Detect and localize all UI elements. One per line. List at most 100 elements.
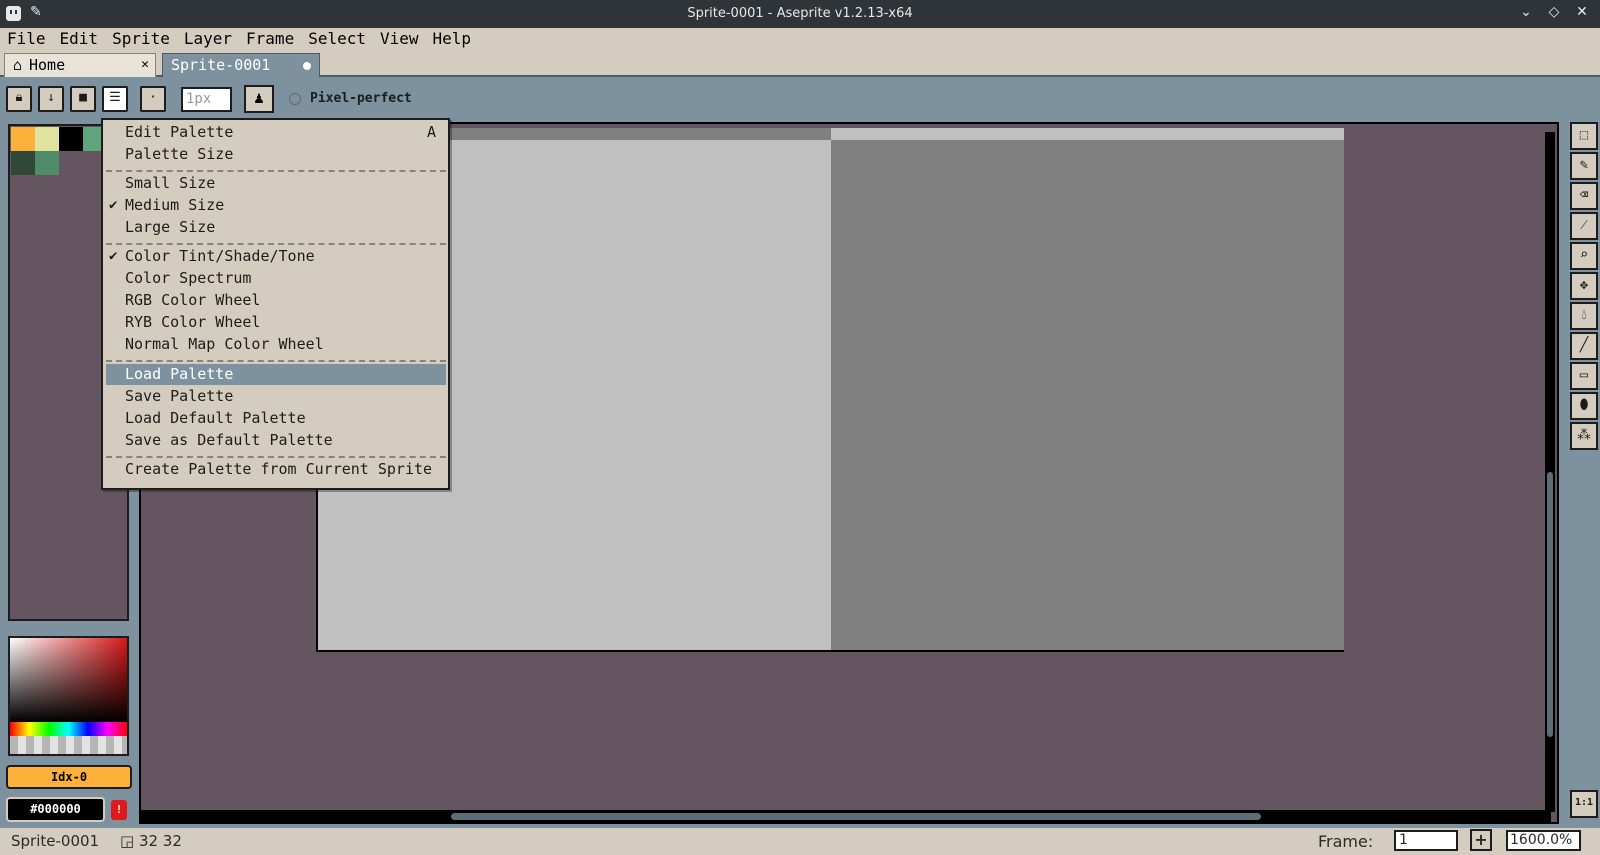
menu-item-load-palette[interactable]: Load Palette [106, 364, 446, 385]
menu-item-normal-map-wheel[interactable]: Normal Map Color Wheel [106, 334, 446, 355]
menu-file[interactable]: File [0, 28, 53, 50]
menu-layer[interactable]: Layer [177, 28, 239, 50]
menu-item-save-default-palette[interactable]: Save as Default Palette [106, 430, 446, 451]
menu-item-palette-size[interactable]: Palette Size [106, 144, 446, 165]
menu-item-color-spectrum[interactable]: Color Spectrum [106, 268, 446, 289]
menu-item-label: Edit Palette [125, 123, 234, 141]
scrollbar-thumb[interactable] [451, 813, 1261, 820]
paint-bucket-icon[interactable]: 💧︎ [1570, 302, 1598, 330]
lock-icon[interactable]: 🔒︎ [6, 86, 32, 112]
menu-item-save-palette[interactable]: Save Palette [106, 386, 446, 407]
menu-separator [106, 170, 446, 172]
move-icon[interactable]: ✥ [1570, 272, 1598, 300]
checkmark-icon: ✔ [109, 248, 118, 264]
maximize-icon[interactable]: ◇ [1546, 4, 1562, 20]
menu-item-create-palette-from-sprite[interactable]: Create Palette from Current Sprite [106, 459, 446, 480]
zoom-icon[interactable]: ⌕ [1570, 242, 1598, 270]
close-tab-icon[interactable]: ✕ [141, 54, 149, 76]
zoom-input[interactable]: 1600.0% [1506, 830, 1581, 851]
menu-item-edit-palette[interactable]: Edit Palette A [106, 122, 446, 143]
menu-select[interactable]: Select [301, 28, 373, 50]
close-icon[interactable]: ✕ [1574, 4, 1590, 20]
tab-home-label: Home [29, 56, 66, 74]
home-icon: ⌂ [13, 56, 23, 74]
menu-item-label: RYB Color Wheel [125, 313, 261, 331]
menu-bar: File Edit Sprite Layer Frame Select View… [0, 28, 1600, 50]
menu-item-label: Load Palette [125, 365, 234, 383]
menu-item-color-tint[interactable]: ✔ Color Tint/Shade/Tone [106, 246, 446, 267]
menu-frame[interactable]: Frame [239, 28, 301, 50]
checkmark-icon: ✔ [109, 197, 118, 213]
menu-item-label: Load Default Palette [125, 409, 306, 427]
hue-slider[interactable] [10, 722, 127, 736]
menu-help[interactable]: Help [426, 28, 479, 50]
sprite-canvas[interactable] [316, 128, 1344, 652]
menu-item-label: RGB Color Wheel [125, 291, 261, 309]
menu-item-medium-size[interactable]: ✔ Medium Size [106, 195, 446, 216]
menu-item-rgb-wheel[interactable]: RGB Color Wheel [106, 290, 446, 311]
download-icon[interactable]: ↓ [38, 86, 64, 112]
status-sprite-name: Sprite-0001 [11, 832, 100, 850]
palette-options-menu: Edit Palette A Palette Size Small Size ✔ M… [101, 118, 450, 490]
square-brush-icon[interactable]: ■ [70, 86, 96, 112]
menu-item-label: Save Palette [125, 387, 234, 405]
palette-swatch[interactable] [11, 127, 35, 151]
palette-swatch[interactable] [35, 127, 59, 151]
palette-swatch[interactable] [59, 127, 83, 151]
contour-icon[interactable]: ⬮ [1570, 392, 1598, 420]
menu-item-small-size[interactable]: Small Size [106, 173, 446, 194]
menu-item-label: Normal Map Color Wheel [125, 335, 324, 353]
menu-item-label: Palette Size [125, 145, 234, 163]
status-dimensions-value: 32 32 [138, 832, 182, 850]
color-picker[interactable] [8, 636, 129, 756]
checkbox-icon[interactable] [289, 92, 301, 105]
alpha-slider[interactable] [10, 736, 127, 754]
tab-bar: ⌂ Home ✕ Sprite-0001 [0, 50, 1600, 77]
menu-item-ryb-wheel[interactable]: RYB Color Wheel [106, 312, 446, 333]
new-frame-button[interactable]: + [1470, 829, 1492, 851]
eraser-icon[interactable]: ⌫ [1570, 182, 1598, 210]
horizontal-scrollbar[interactable] [141, 810, 1551, 822]
rectangle-icon[interactable]: ▭ [1570, 362, 1598, 390]
tab-sprite[interactable]: Sprite-0001 [162, 53, 320, 77]
pixel-perfect-checkbox[interactable]: Pixel-perfect [289, 91, 412, 106]
warning-icon[interactable]: ! [111, 800, 127, 820]
status-dimensions: ◲ 32 32 [120, 832, 182, 850]
window-title: Sprite-0001 - Aseprite v1.2.13-x64 [687, 6, 913, 21]
eyedropper-icon[interactable]: ⁄ [1570, 212, 1598, 240]
scrollbar-thumb[interactable] [1547, 472, 1553, 737]
menu-sprite[interactable]: Sprite [105, 28, 177, 50]
pencil-icon[interactable]: ✎ [1570, 152, 1598, 180]
palette-swatch[interactable] [11, 151, 35, 175]
menu-item-large-size[interactable]: Large Size [106, 217, 446, 238]
line-icon[interactable]: ╱ [1570, 332, 1598, 360]
color-index-button[interactable]: Idx-0 [6, 765, 132, 789]
menu-edit[interactable]: Edit [53, 28, 106, 50]
menu-item-load-default-palette[interactable]: Load Default Palette [106, 408, 446, 429]
menu-item-label: Color Tint/Shade/Tone [125, 247, 315, 265]
frame-label: Frame: [1318, 832, 1374, 851]
menu-separator [106, 360, 446, 362]
ink-icon[interactable]: ♟ [244, 85, 274, 113]
palette-swatch[interactable] [35, 151, 59, 175]
saturation-value-field[interactable] [10, 638, 127, 722]
pixel-perfect-label: Pixel-perfect [310, 91, 412, 106]
color-hex-button[interactable]: #000000 [6, 797, 105, 822]
vertical-scrollbar[interactable] [1545, 132, 1555, 812]
brush-size-input[interactable]: 1px [181, 87, 232, 112]
minimize-icon[interactable]: ⌄ [1518, 4, 1534, 20]
menu-item-label: Large Size [125, 218, 216, 236]
rectangular-marquee-icon[interactable]: ⬚ [1570, 122, 1598, 150]
menu-item-label: Small Size [125, 174, 216, 192]
brush-dot-icon[interactable]: · [140, 86, 166, 112]
window-titlebar: ✎ Sprite-0001 - Aseprite v1.2.13-x64 ⌄ ◇… [0, 0, 1600, 28]
frame-input[interactable]: 1 [1394, 830, 1458, 851]
pixel-ratio-button[interactable]: 1:1 [1570, 790, 1598, 818]
tools-bar: ⬚ ✎ ⌫ ⁄ ⌕ ✥ 💧︎ ╱ ▭ ⬮ ⁂ 1:1 [1570, 122, 1600, 818]
context-toolbar: 🔒︎ ↓ ■ ☰ · 1px ♟ Pixel-perfect [0, 79, 1600, 119]
tab-home[interactable]: ⌂ Home ✕ [4, 53, 156, 77]
blur-icon[interactable]: ⁂ [1570, 422, 1598, 450]
palette-options-icon[interactable]: ☰ [102, 86, 128, 112]
menu-item-label: Medium Size [125, 196, 225, 214]
menu-view[interactable]: View [373, 28, 426, 50]
